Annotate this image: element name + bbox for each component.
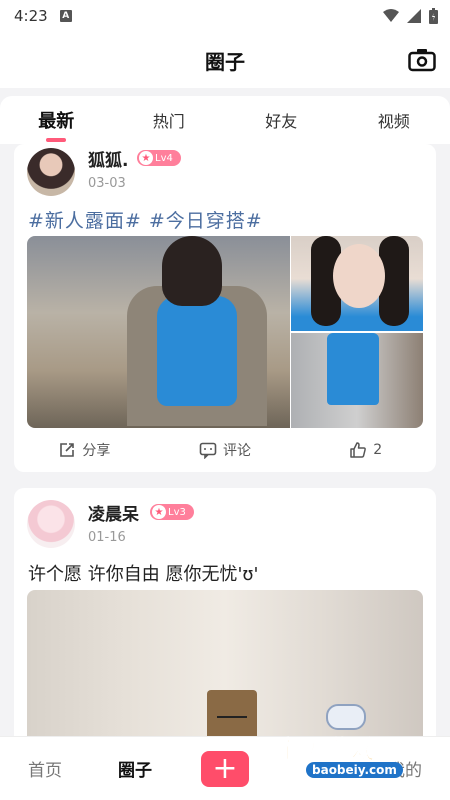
status-bar: 4:23 A	[0, 0, 450, 32]
camera-button[interactable]	[408, 46, 436, 74]
gamepad-icon	[326, 704, 366, 730]
app-header: 圈子	[0, 32, 450, 88]
user-name[interactable]: 凌晨呆	[88, 500, 139, 525]
share-button[interactable]: 分享	[14, 436, 155, 464]
post-date: 03-03	[88, 176, 126, 191]
user-name[interactable]: 狐狐.	[88, 146, 128, 171]
page-title: 圈子	[205, 49, 245, 74]
feed-tabs: 最新 热门 好友 视频	[0, 96, 450, 144]
comment-button[interactable]: 评论	[155, 436, 296, 464]
share-label: 分享	[82, 443, 111, 459]
post-card[interactable]: 凌晨呆 ★ Lv3 01-16 许个愿 许你自由 愿你无忧'ʊ'	[14, 488, 436, 736]
tab-video[interactable]: 视频	[338, 96, 450, 144]
level-badge: ★ Lv3	[150, 504, 194, 520]
notification-icon: A	[59, 10, 72, 22]
level-badge: ★ Lv4	[137, 150, 181, 166]
share-icon	[60, 443, 75, 457]
post-photo[interactable]	[27, 236, 290, 428]
level-text: Lv3	[168, 506, 186, 518]
like-count: 2	[373, 442, 383, 458]
nav-circle[interactable]: 圈子	[90, 756, 180, 781]
nav-publish[interactable]: +	[180, 750, 270, 787]
post-feed[interactable]: 狐狐. ★ Lv4 03-03 #新人露面# #今日穿搭# 分享 评论 2 凌晨…	[0, 144, 450, 736]
wifi-icon	[383, 9, 399, 22]
thumbs-up-icon	[350, 442, 367, 458]
nav-home[interactable]: 首页	[0, 756, 90, 781]
comment-label: 评论	[223, 443, 251, 459]
post-date: 01-16	[88, 530, 126, 545]
status-time: 4:23	[14, 7, 48, 25]
star-icon: ★	[139, 151, 153, 165]
level-text: Lv4	[155, 152, 173, 164]
watermark-title: 宝贝游戏网	[276, 736, 401, 765]
plus-icon: +	[201, 750, 249, 787]
post-card[interactable]: 狐狐. ★ Lv4 03-03 #新人露面# #今日穿搭# 分享 评论 2	[14, 144, 436, 472]
status-indicators	[383, 8, 438, 24]
comment-icon	[199, 442, 217, 459]
post-tags[interactable]: #新人露面# #今日穿搭#	[28, 206, 263, 233]
post-photo[interactable]	[291, 236, 423, 331]
avatar[interactable]	[27, 500, 75, 548]
signal-icon	[407, 9, 421, 23]
post-photo[interactable]	[291, 333, 423, 428]
star-icon: ★	[152, 505, 166, 519]
post-text[interactable]: 许个愿 许你自由 愿你无忧'ʊ'	[28, 560, 258, 586]
avatar[interactable]	[27, 148, 75, 196]
camera-icon	[408, 49, 436, 72]
tab-hot[interactable]: 热门	[113, 96, 226, 144]
watermark-url: baobeiy.com	[306, 762, 403, 778]
like-button[interactable]: 2	[295, 436, 436, 464]
watermark-logo: 宝贝游戏网 baobeiy.com	[276, 704, 426, 794]
tab-latest[interactable]: 最新	[0, 96, 113, 144]
post-actions: 分享 评论 2	[14, 436, 436, 464]
battery-icon	[429, 8, 438, 24]
tab-friends[interactable]: 好友	[225, 96, 338, 144]
